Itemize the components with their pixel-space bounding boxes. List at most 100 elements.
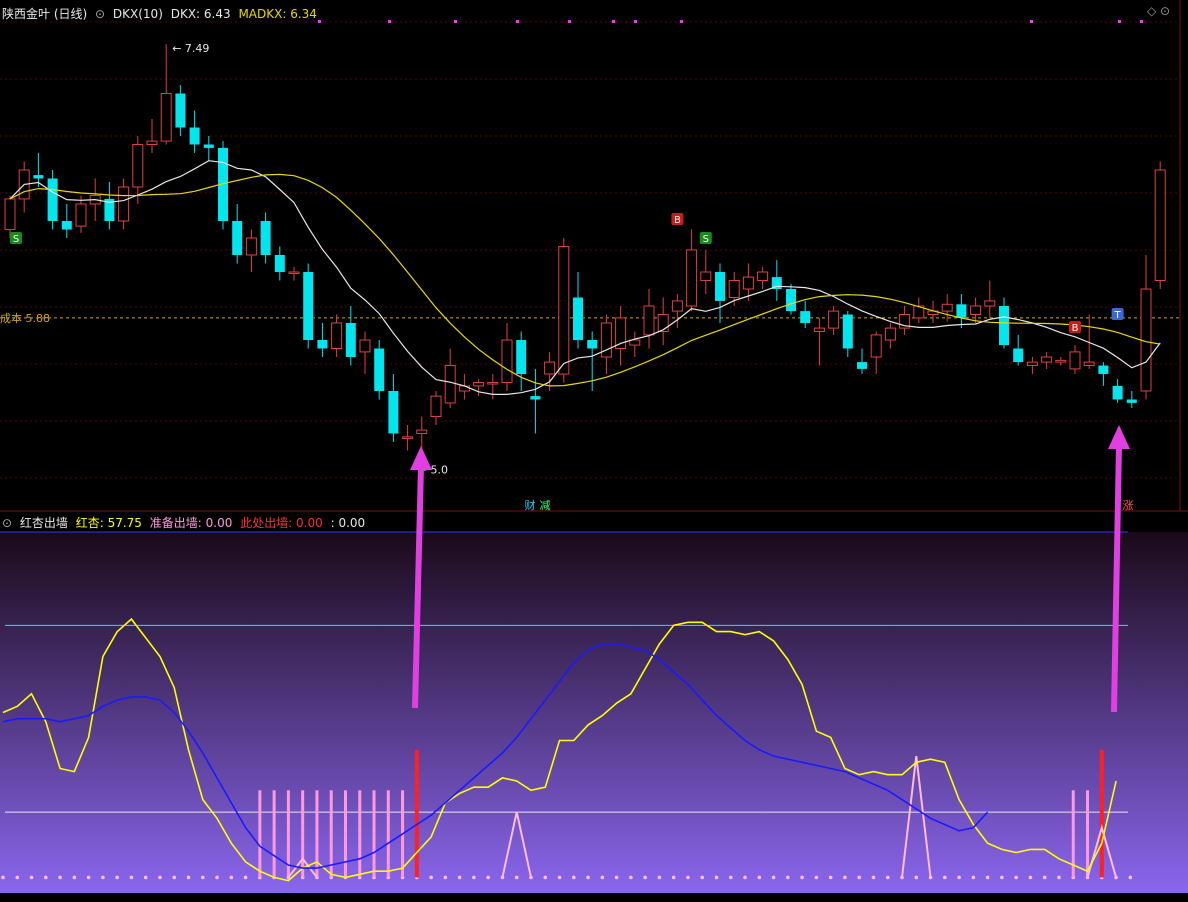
candle-body-up [671, 300, 683, 312]
pink-bar [372, 790, 376, 878]
collapse-icon[interactable]: ⊙ [95, 7, 105, 21]
base-dot [786, 875, 790, 880]
candle-body-up [1154, 169, 1166, 281]
candle-body-up [458, 385, 470, 392]
candle-body-down [232, 221, 243, 255]
candle-body-up [288, 271, 300, 274]
candle-body-down [587, 340, 598, 349]
candle-body-down [1098, 365, 1109, 374]
candle-body-down [374, 348, 385, 391]
base-dot [857, 875, 861, 880]
high-label: ← 7.49 [172, 42, 209, 55]
base-dot [586, 875, 590, 880]
base-dot [243, 875, 248, 880]
base-dot [15, 875, 20, 880]
pink-bar [315, 790, 319, 878]
candle-body-up [430, 395, 442, 418]
base-dot [1028, 875, 1033, 880]
pink-bar [386, 790, 390, 878]
candle-body-up [4, 198, 16, 230]
base-dot [771, 875, 776, 880]
candle-body-down [715, 272, 725, 301]
base-dot [871, 875, 876, 880]
base-dot [429, 875, 433, 880]
cichu-label: 此处出墙: 0.00 [240, 516, 323, 530]
candle-body-up [245, 237, 257, 256]
base-dot [643, 875, 647, 880]
stock-title: 陕西金叶 (日线) [2, 7, 88, 21]
base-dot [172, 875, 177, 880]
candle-body-up [473, 382, 485, 387]
dkx-line [9, 160, 1161, 395]
candle-body-up [657, 314, 669, 332]
candle-body-up [941, 303, 953, 312]
base-dot [472, 875, 476, 880]
candle-body-down [345, 323, 356, 357]
candle-body-up [118, 186, 130, 222]
base-dot [657, 875, 662, 880]
candle-body-up [160, 93, 172, 142]
base-dot [1, 875, 5, 880]
candle-body-down [61, 221, 72, 230]
base-dot [814, 875, 819, 880]
chart-svg: 成本 5.88← 7.49← 5.0SBSBT财减涨 [0, 0, 1188, 893]
candle-body-up [132, 144, 144, 188]
candle-body-down [317, 340, 328, 349]
magenta-dot [516, 20, 519, 23]
base-dot [757, 875, 762, 880]
base-dot [843, 875, 847, 880]
base-dot [143, 875, 148, 880]
pink-bar [343, 790, 347, 878]
arrow-left-head [410, 446, 432, 470]
extra-label: : 0.00 [330, 516, 366, 530]
candle-body-up [757, 271, 769, 281]
base-dot [443, 875, 448, 880]
base-dot [714, 875, 719, 880]
signal-s1: S [13, 234, 19, 245]
signal-b1: B [674, 215, 681, 226]
red-bar [414, 749, 419, 878]
base-dot [985, 875, 990, 880]
base-dot [1057, 875, 1061, 880]
signal-t: T [1114, 310, 1122, 321]
window-control-icons[interactable]: ◇ ⊙ [1147, 4, 1170, 18]
tag-zhang: 涨 [1123, 499, 1134, 512]
candle-body-down [800, 311, 811, 323]
candle-body-down [303, 272, 314, 340]
base-dot [129, 875, 134, 880]
sub-indicator-name: 红杏出墙 [19, 516, 68, 530]
base-dot [514, 875, 519, 880]
magenta-dot [1140, 20, 1143, 23]
hongxing-label: 红杏: 57.75 [75, 516, 142, 530]
base-dot [743, 875, 747, 880]
candle-body-down [516, 340, 527, 374]
candle-body-up [1026, 361, 1038, 367]
tag-cai: 财 [525, 498, 536, 512]
candle-body-up [487, 382, 499, 385]
base-dot [215, 875, 219, 880]
magenta-dot [680, 20, 683, 23]
signal-b2: B [1072, 323, 1079, 334]
magenta-dot [1030, 20, 1033, 23]
base-dot [614, 875, 619, 880]
candle-body-up [686, 249, 698, 307]
dkx-label: DKX: 6.43 [170, 7, 231, 21]
candle-body-down [260, 221, 271, 255]
magenta-dot [1118, 20, 1121, 23]
top-header: 陕西金叶 (日线) ⊙ DKX(10) DKX: 6.43 MADKX: 6.3… [2, 5, 321, 22]
candle-body-up [813, 327, 825, 333]
base-dot [885, 875, 890, 880]
candle-body-up [359, 339, 371, 353]
madkx-label: MADKX: 6.34 [238, 7, 317, 21]
collapse-icon-2[interactable]: ⊙ [2, 516, 12, 530]
candle-body-up [742, 276, 754, 290]
madkx-line [9, 173, 1161, 387]
candle-body-down [274, 255, 285, 272]
red-bar [1099, 749, 1104, 878]
candle-body-down [189, 127, 200, 145]
pink-bar [272, 790, 276, 878]
candle-body-up [331, 322, 343, 349]
candle-body-down [1013, 348, 1024, 363]
signal-s2: S [703, 234, 709, 245]
candle-body-up [558, 246, 570, 375]
